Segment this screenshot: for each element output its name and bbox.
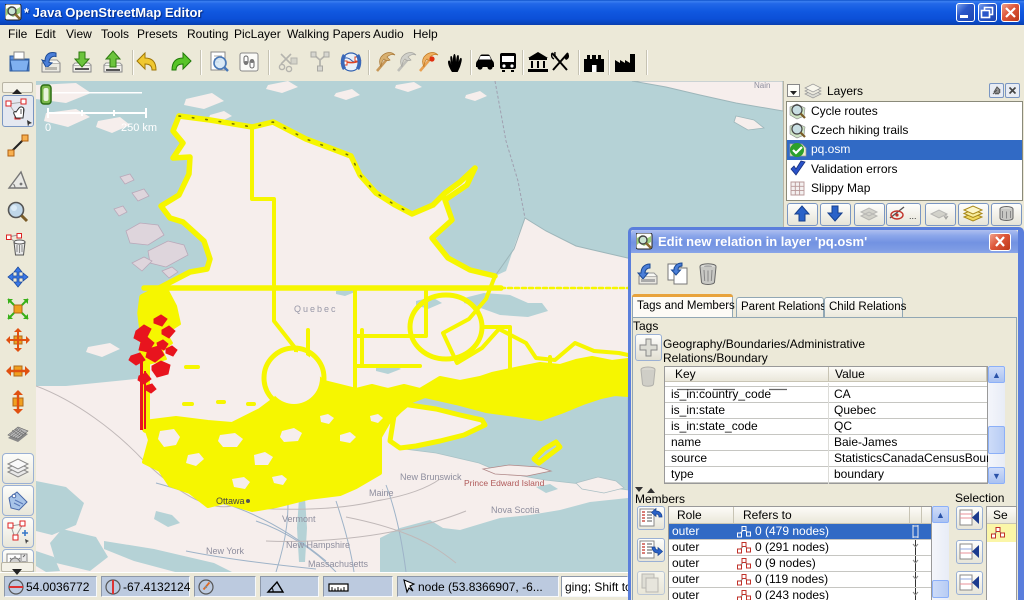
svg-text:New Hampshire: New Hampshire: [286, 540, 350, 550]
svg-text:Massachusetts: Massachusetts: [308, 559, 369, 569]
svg-text:New Brunswick: New Brunswick: [400, 472, 462, 482]
svg-text:...: ...: [909, 211, 917, 221]
svg-text:Prince Edward Island: Prince Edward Island: [464, 478, 545, 488]
svg-text:New York: New York: [206, 546, 245, 556]
svg-text:Nova Scotia: Nova Scotia: [491, 505, 540, 515]
svg-text:250 km: 250 km: [121, 122, 157, 134]
svg-text:Vermont: Vermont: [282, 514, 316, 524]
svg-text:0: 0: [45, 122, 51, 134]
svg-text:Maine: Maine: [369, 488, 394, 498]
svg-text:Ottawa: Ottawa: [216, 496, 245, 506]
svg-text:Quebec: Quebec: [294, 304, 338, 314]
svg-text:Nain: Nain: [754, 81, 770, 90]
